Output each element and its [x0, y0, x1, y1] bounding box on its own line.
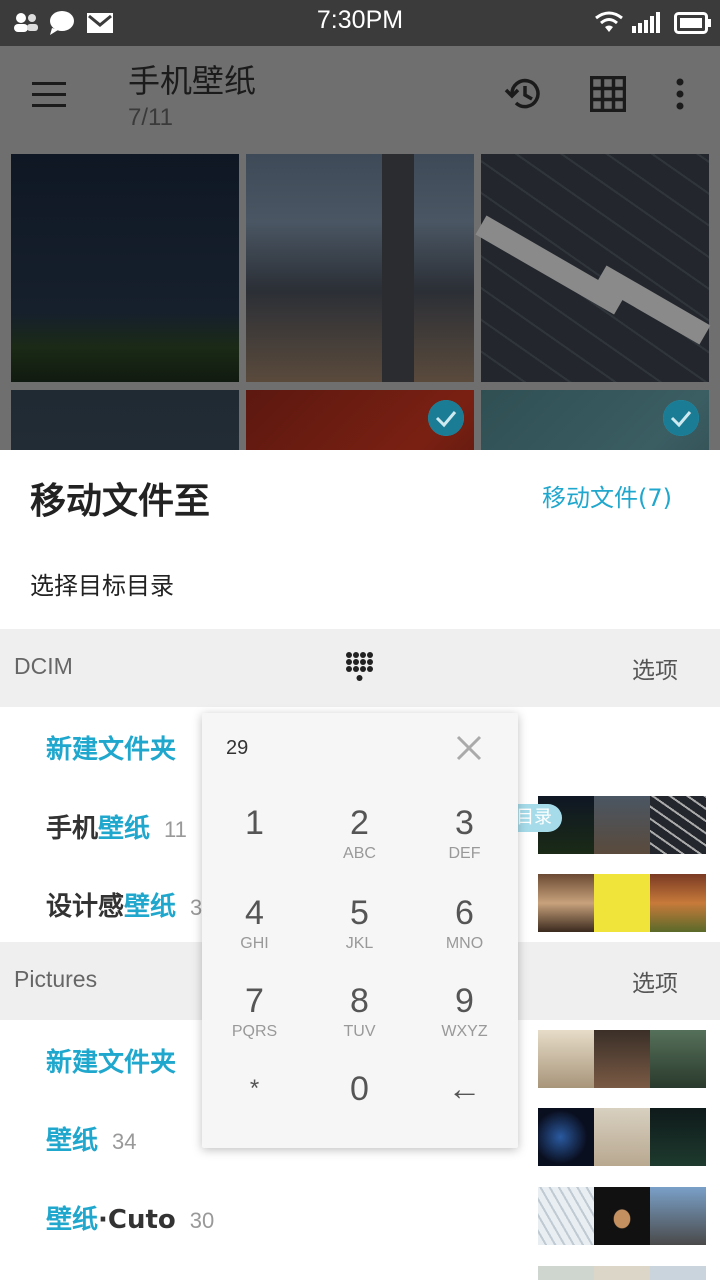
dialpad-key-digit: 7 — [245, 982, 264, 1020]
signal-icon — [632, 12, 660, 33]
folder-count: 30 — [189, 1208, 215, 1233]
page-subtitle: 7/11 — [128, 104, 173, 131]
dialpad-key-digit: ← — [447, 1070, 482, 1108]
dialpad-key[interactable]: 3 DEF — [412, 793, 517, 881]
folder-thumbnails — [538, 874, 706, 932]
photo-thumbnail[interactable] — [481, 390, 709, 450]
folder-row[interactable] — [0, 1256, 720, 1280]
check-icon — [428, 400, 464, 436]
dialpad-key[interactable]: 9 WXYZ — [412, 971, 517, 1059]
dialpad-key-letters: PQRS — [231, 1023, 278, 1040]
dialpad-key[interactable]: 4 GHI — [202, 883, 307, 971]
close-icon[interactable] — [456, 735, 482, 761]
section-options-button[interactable]: 选项 — [632, 964, 678, 998]
folder-name-prefix: 设计感 — [46, 892, 125, 922]
folder-name: 新建文件夹 — [46, 1048, 177, 1078]
move-files-button[interactable]: 移动文件(7) — [542, 478, 672, 513]
folder-count: 34 — [112, 1129, 137, 1154]
section-name: Pictures — [14, 966, 98, 992]
dialpad-key-letters: TUV — [343, 1023, 376, 1040]
folder-thumbnails — [538, 1030, 706, 1088]
dialpad-key-letters: WXYZ — [441, 1023, 488, 1040]
dialpad-key-letters: MNO — [445, 935, 484, 952]
dialpad-key-digit: 6 — [455, 894, 474, 932]
section-options-button[interactable]: 选项 — [632, 651, 678, 685]
dialpad-key[interactable]: 1 — [202, 793, 307, 881]
dialpad-key-letters: ABC — [343, 845, 376, 862]
dialpad-key-digit: 3 — [455, 804, 474, 842]
dialpad-key[interactable]: 6 MNO — [412, 883, 517, 971]
folder-row[interactable]: 壁纸·Cuto 30 — [0, 1177, 720, 1257]
folder-thumbnails — [538, 796, 706, 854]
history-icon[interactable] — [504, 74, 544, 114]
folder-name-highlight: 壁纸 — [46, 1205, 99, 1235]
folder-name: 新建文件夹 — [46, 735, 177, 765]
folder-name: 壁纸 — [46, 1126, 99, 1156]
dialpad-key[interactable]: 2 ABC — [307, 793, 412, 881]
photo-thumbnail[interactable] — [475, 154, 711, 382]
dialpad-key[interactable]: 7 PQRS — [202, 971, 307, 1059]
dialpad-key-digit: 0 — [350, 1070, 369, 1108]
dialpad-icon[interactable] — [345, 651, 375, 683]
photo-grid — [0, 144, 720, 450]
page-title: 手机壁纸 — [128, 62, 257, 100]
folder-thumbnails — [538, 1187, 706, 1245]
dialpad-popup: 29 1 2 ABC 3 DEF 4 GHI 5 JKL 6 MNO 7 PQRS 8 TUV 9 WXYZ * 0… — [202, 713, 518, 1148]
grid-view-icon[interactable] — [590, 76, 626, 112]
dialpad-key-letters: JKL — [345, 935, 374, 952]
dialpad-key-digit: 4 — [245, 894, 264, 932]
sheet-subtitle: 选择目标目录 — [30, 572, 174, 600]
dialpad-key[interactable]: 8 TUV — [307, 971, 412, 1059]
section-name: DCIM — [14, 653, 73, 679]
dialpad-key-digit: 2 — [350, 804, 369, 842]
dialpad-key-letters: DEF — [448, 845, 481, 862]
dialpad-key[interactable]: 0 — [307, 1059, 412, 1147]
folder-name-prefix: 手机 — [46, 814, 99, 844]
dialpad-key-digit: 5 — [350, 894, 369, 932]
sheet-title: 移动文件至 — [30, 481, 211, 522]
wifi-icon — [595, 11, 623, 32]
photo-thumbnail[interactable] — [11, 154, 239, 382]
dialpad-key-digit: 1 — [245, 804, 264, 842]
dialpad-key-letters: GHI — [240, 935, 269, 952]
dialpad-key[interactable]: 5 JKL — [307, 883, 412, 971]
dialpad-key-digit: 8 — [350, 982, 369, 1020]
photo-thumbnail[interactable] — [246, 390, 474, 450]
status-bar: 7:30PM — [0, 0, 720, 46]
dialpad-input[interactable]: 29 — [226, 737, 248, 760]
section-header-dcim: DCIM 选项 — [0, 629, 720, 707]
folder-name-suffix: ·Cuto — [98, 1205, 176, 1235]
dialpad-key[interactable]: * — [202, 1059, 307, 1147]
menu-icon[interactable] — [32, 82, 66, 108]
folder-name-highlight: 壁纸 — [124, 892, 177, 922]
folder-count: 11 — [164, 817, 187, 842]
folder-name-highlight: 壁纸 — [98, 814, 151, 844]
dialpad-key-digit: * — [249, 1075, 260, 1102]
folder-thumbnails — [538, 1266, 706, 1280]
app-bar: 手机壁纸 7/11 — [0, 46, 720, 144]
photo-thumbnail[interactable] — [11, 390, 239, 450]
dialpad-key[interactable]: ← — [412, 1059, 517, 1147]
battery-icon — [674, 12, 711, 34]
dialpad-key-digit: 9 — [455, 982, 474, 1020]
check-icon — [663, 400, 699, 436]
folder-thumbnails — [538, 1108, 706, 1166]
photo-thumbnail[interactable] — [246, 154, 474, 382]
more-icon[interactable] — [674, 78, 686, 110]
